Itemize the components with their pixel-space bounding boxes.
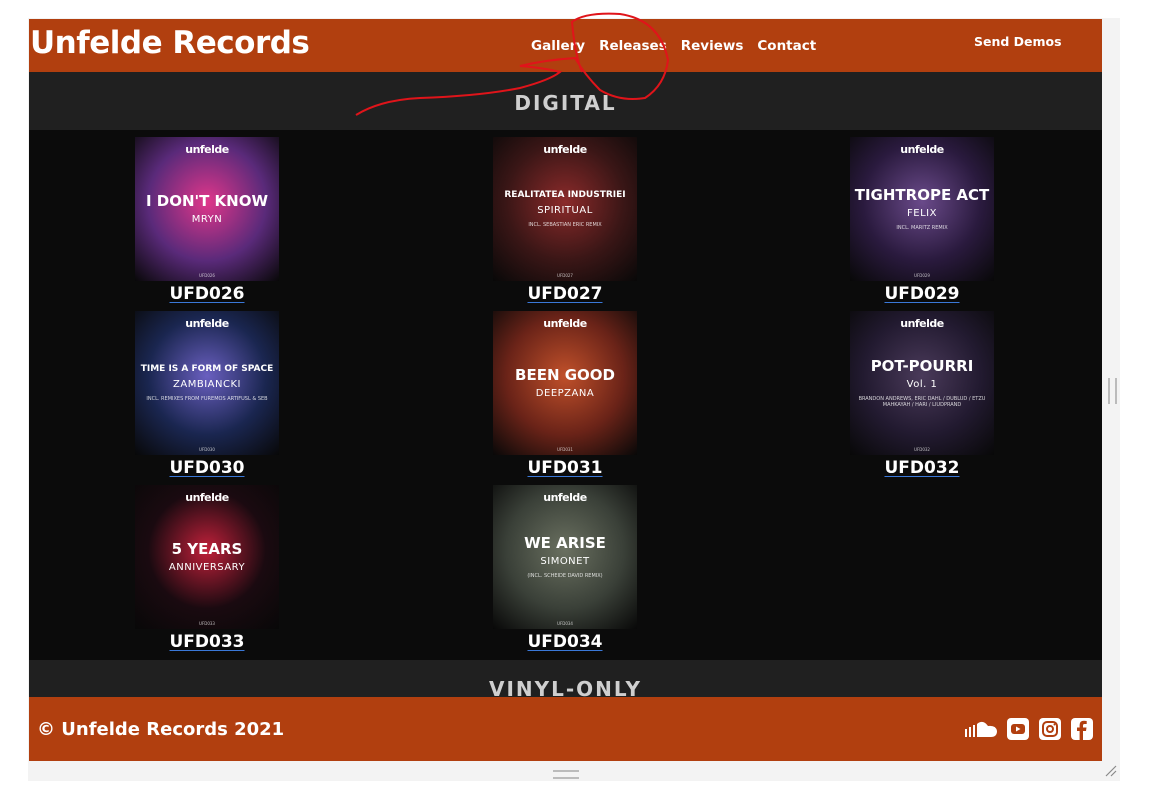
- release-item: unfelde I DON'T KNOW MRYN UFD026 UFD026: [135, 137, 279, 304]
- cover-artist: MRYN: [191, 214, 223, 226]
- release-link[interactable]: UFD031: [527, 458, 602, 478]
- cover-catalog-number: UFD033: [199, 621, 215, 626]
- cover-remix-credit: INCL. MARITZ REMIX: [896, 225, 948, 232]
- cover-catalog-number: UFD026: [199, 273, 215, 278]
- nav-reviews[interactable]: Reviews: [681, 38, 744, 54]
- cover-catalog-number: UFD031: [557, 447, 573, 452]
- cover-catalog-number: UFD030: [199, 447, 215, 452]
- page: Unfelde Records Gallery Releases Reviews…: [29, 19, 1102, 761]
- section-heading-vinyl: VINYL-ONLY: [29, 660, 1102, 700]
- corner-resize-grip[interactable]: [1104, 764, 1118, 778]
- release-cover-image[interactable]: unfelde REALITATEA INDUSTRIEI SPIRITUAL INC…: [493, 137, 637, 281]
- release-item: unfelde TIGHTROPE ACT FELIX INCL. MARITZ RE…: [850, 137, 994, 304]
- nav-releases[interactable]: Releases: [599, 38, 667, 54]
- site-header: Unfelde Records Gallery Releases Reviews…: [29, 19, 1102, 72]
- cover-remix-credit: (INCL. SCHEIDE DAVID REMIX): [527, 573, 603, 580]
- release-item: unfelde REALITATEA INDUSTRIEI SPIRITUAL INC…: [493, 137, 637, 304]
- release-cover-image[interactable]: unfelde I DON'T KNOW MRYN UFD026: [135, 137, 279, 281]
- release-link[interactable]: UFD029: [884, 284, 959, 304]
- cover-title: POT-POURRI: [870, 356, 974, 375]
- cover-title: TIGHTROPE ACT: [854, 185, 990, 204]
- cover-remix-credit: INCL. REMIXES FROM FUREMOS ARTIFUSL & SE…: [146, 395, 268, 402]
- release-cover-image[interactable]: unfelde BEEN GOOD DEEPZANA UFD031: [493, 311, 637, 455]
- release-cover-image[interactable]: unfelde 5 YEARS ANNIVERSARY UFD033: [135, 485, 279, 629]
- cover-remix-credit: INCL. SEBASTIAN ERIC REMIX: [528, 221, 602, 228]
- cover-label-logo: unfelde: [543, 491, 587, 504]
- cover-artist: DEEPZANA: [535, 388, 595, 400]
- cover-title: BEEN GOOD: [515, 365, 615, 384]
- cover-label-logo: unfelde: [185, 143, 229, 156]
- cover-catalog-number: UFD034: [557, 621, 573, 626]
- cover-artist: SPIRITUAL: [537, 204, 593, 216]
- vertical-resize-handle[interactable]: [1108, 378, 1117, 404]
- cover-remix-credit: BRANDON ANDREWS, ERIC DAHL / DUBLUD / ET…: [858, 396, 986, 409]
- site-footer: © Unfelde Records 2021: [29, 697, 1102, 761]
- cover-label-logo: unfelde: [543, 317, 587, 330]
- cover-label-logo: unfelde: [543, 143, 587, 156]
- cover-title: 5 YEARS: [171, 539, 243, 558]
- release-cover-image[interactable]: unfelde WE ARISE SIMONET (INCL. SCHEIDE DAV…: [493, 485, 637, 629]
- release-link[interactable]: UFD026: [169, 284, 244, 304]
- release-item: unfelde POT-POURRI Vol. 1 BRANDON ANDREWS, …: [850, 311, 994, 478]
- cover-catalog-number: UFD027: [557, 273, 573, 278]
- cover-label-logo: unfelde: [185, 317, 229, 330]
- release-item: unfelde WE ARISE SIMONET (INCL. SCHEIDE DAV…: [493, 485, 637, 652]
- section-heading-digital: DIGITAL: [29, 72, 1102, 130]
- facebook-icon[interactable]: [1070, 717, 1094, 741]
- soundcloud-icon[interactable]: [964, 720, 998, 738]
- horizontal-resize-handle[interactable]: [553, 770, 579, 779]
- release-item: unfelde TIME IS A FORM OF SPACE ZAMBIANCKI…: [135, 311, 279, 478]
- instagram-icon[interactable]: [1038, 717, 1062, 741]
- release-cover-image[interactable]: unfelde POT-POURRI Vol. 1 BRANDON ANDREWS, …: [850, 311, 994, 455]
- cover-title: I DON'T KNOW: [145, 191, 269, 210]
- cover-title: TIME IS A FORM OF SPACE: [140, 364, 274, 375]
- cover-label-logo: unfelde: [900, 317, 944, 330]
- cover-catalog-number: UFD029: [914, 273, 930, 278]
- release-item: unfelde 5 YEARS ANNIVERSARY UFD033 UFD033: [135, 485, 279, 652]
- youtube-icon[interactable]: [1006, 717, 1030, 741]
- send-demos-link[interactable]: Send Demos: [974, 34, 1062, 49]
- release-item: unfelde BEEN GOOD DEEPZANA UFD031 UFD031: [493, 311, 637, 478]
- release-link[interactable]: UFD032: [884, 458, 959, 478]
- cover-artist: Vol. 1: [906, 379, 938, 391]
- release-cover-image[interactable]: unfelde TIME IS A FORM OF SPACE ZAMBIANCKI…: [135, 311, 279, 455]
- copyright-text: © Unfelde Records 2021: [37, 719, 285, 740]
- cover-title: REALITATEA INDUSTRIEI: [504, 190, 626, 201]
- release-link[interactable]: UFD027: [527, 284, 602, 304]
- cover-artist: ZAMBIANCKI: [173, 378, 241, 390]
- release-link[interactable]: UFD030: [169, 458, 244, 478]
- cover-label-logo: unfelde: [900, 143, 944, 156]
- cover-artist: SIMONET: [540, 556, 590, 568]
- cover-catalog-number: UFD032: [914, 447, 930, 452]
- release-link[interactable]: UFD033: [169, 632, 244, 652]
- nav-gallery[interactable]: Gallery: [531, 38, 585, 54]
- site-brand[interactable]: Unfelde Records: [30, 25, 310, 61]
- cover-label-logo: unfelde: [185, 491, 229, 504]
- release-link[interactable]: UFD034: [527, 632, 602, 652]
- cover-artist: ANNIVERSARY: [168, 562, 246, 574]
- main-nav: Gallery Releases Reviews Contact: [531, 38, 830, 54]
- cover-title: WE ARISE: [524, 533, 606, 552]
- social-links: [964, 717, 1094, 741]
- release-cover-image[interactable]: unfelde TIGHTROPE ACT FELIX INCL. MARITZ RE…: [850, 137, 994, 281]
- nav-contact[interactable]: Contact: [757, 38, 816, 54]
- cover-artist: FELIX: [907, 208, 937, 220]
